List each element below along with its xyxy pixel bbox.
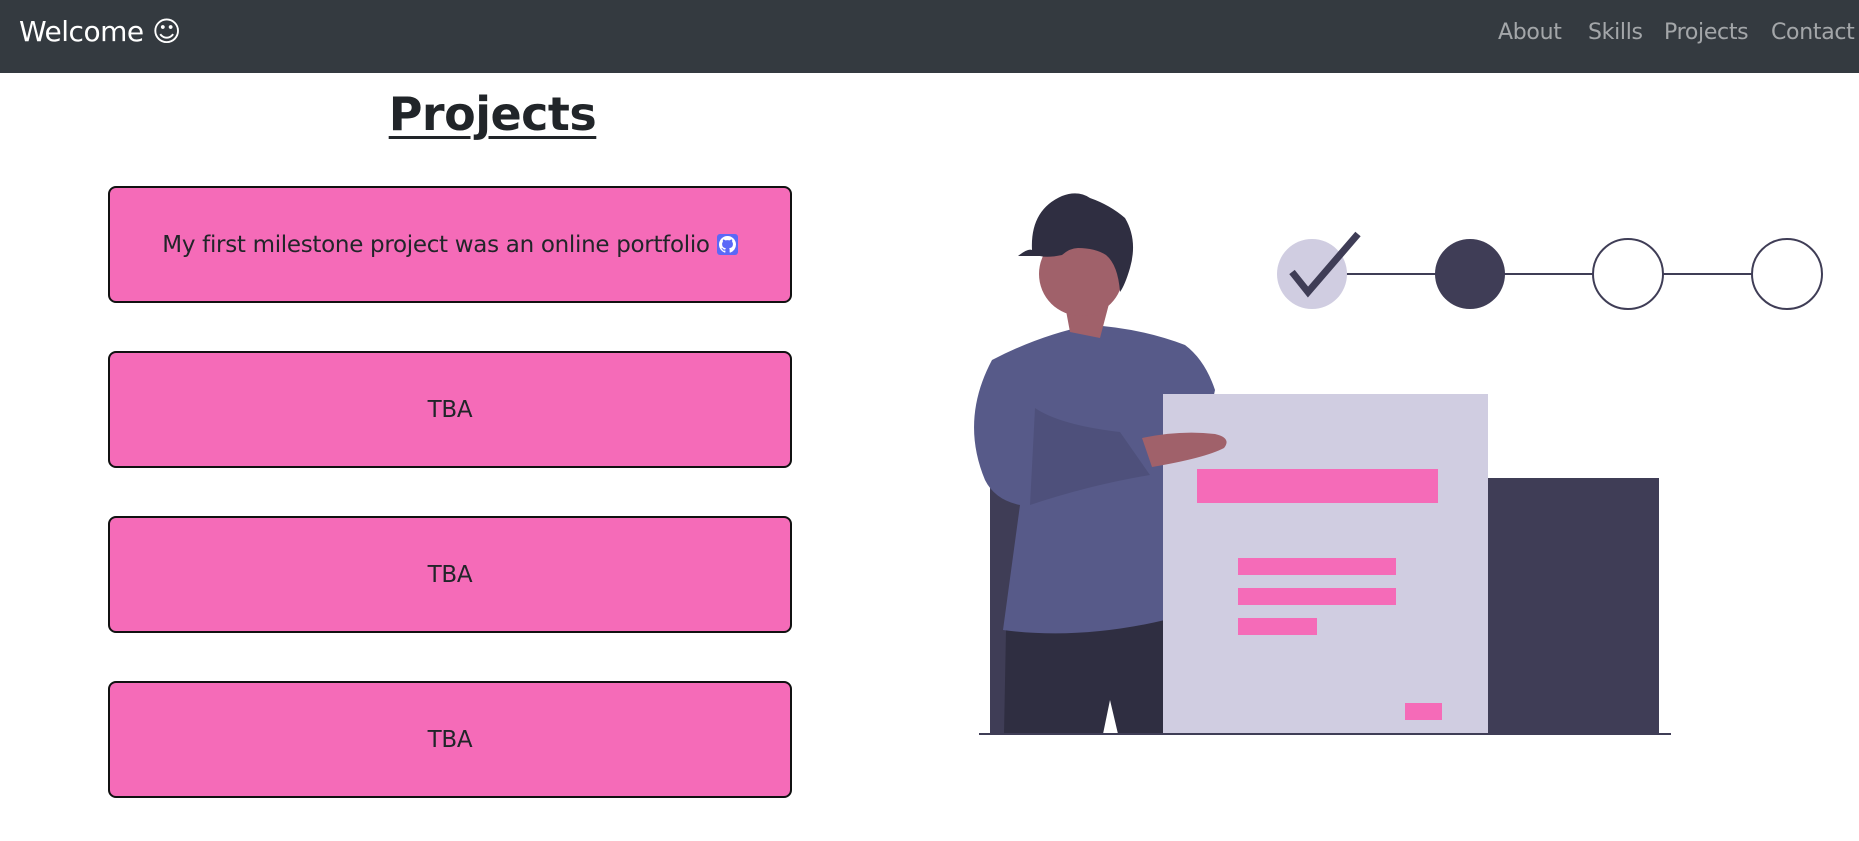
background-block: [1487, 478, 1659, 734]
project-card-text: TBA: [427, 561, 473, 588]
step-pending-icon: [1592, 238, 1664, 310]
progress-illustration: [974, 193, 1823, 735]
nav-link-contact[interactable]: Contact: [1771, 17, 1855, 49]
step-current-icon: [1435, 239, 1505, 309]
step-completed-icon: [1277, 239, 1347, 309]
nav-link-skills[interactable]: Skills: [1588, 17, 1643, 49]
project-card: TBA: [108, 351, 792, 468]
project-card: TBA: [108, 516, 792, 633]
progress-steps: [1277, 231, 1823, 310]
navbar-brand[interactable]: Welcome ☺: [19, 12, 181, 52]
nav-link-projects[interactable]: Projects: [1664, 17, 1749, 49]
brand-text: Welcome: [19, 15, 144, 48]
navbar: Welcome ☺ About Skills Projects Contact: [0, 0, 1859, 73]
project-card: My first milestone project was an online…: [108, 186, 792, 303]
github-icon[interactable]: [716, 234, 738, 255]
page-title: Projects: [388, 87, 597, 141]
project-card-text: My first milestone project was an online…: [162, 231, 710, 258]
nav-link-about[interactable]: About: [1498, 17, 1562, 49]
step-pending-icon: [1751, 238, 1823, 310]
project-card: TBA: [108, 681, 792, 798]
project-card-text: TBA: [427, 726, 473, 753]
smiley-icon: ☺: [151, 15, 181, 48]
project-card-text: TBA: [427, 396, 473, 423]
